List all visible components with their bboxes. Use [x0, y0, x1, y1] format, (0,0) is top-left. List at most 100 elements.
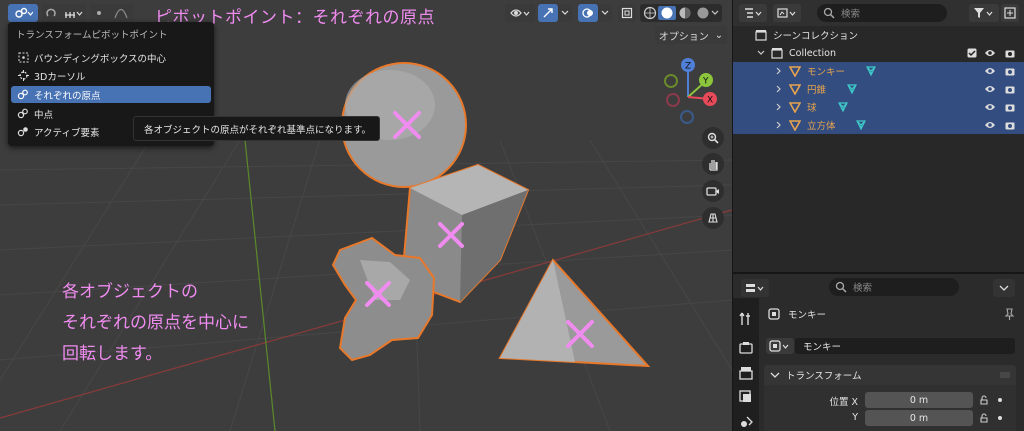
location-y-label: Y [852, 412, 858, 423]
menu-item-individual-origins[interactable]: それぞれの原点 [11, 86, 211, 103]
datablock-name-field[interactable]: モンキー [795, 338, 1015, 354]
options-button[interactable]: オプション ⌄ [655, 26, 727, 44]
chevron-right-icon[interactable] [775, 121, 783, 129]
chevron-right-icon[interactable] [775, 67, 783, 75]
mesh-data-icon [856, 120, 866, 131]
chevron-down-icon [770, 372, 780, 378]
median-point-icon [17, 108, 29, 120]
overlays-chevron-icon[interactable] [598, 4, 612, 22]
snap-icon[interactable] [42, 4, 60, 22]
outliner-row-scene-collection[interactable]: シーンコレクション [733, 26, 1024, 44]
chevron-right-icon[interactable] [775, 103, 783, 111]
navigation-gizmo[interactable]: Z Y X [658, 55, 730, 127]
eye-icon[interactable] [985, 121, 995, 129]
properties-options-button[interactable] [993, 279, 1015, 297]
pivot-menu-title: トランスフォームピボットポイント [16, 30, 168, 41]
keyframe-dot-icon[interactable] [998, 398, 1002, 402]
transform-section-header[interactable]: トランスフォーム [764, 365, 1016, 385]
lock-icon[interactable] [979, 395, 989, 405]
shading-icons [643, 6, 719, 20]
drag-handle-icon[interactable] [1000, 372, 1010, 378]
pin-icon[interactable] [1003, 308, 1015, 320]
outliner-row-cube[interactable]: 立方体 [733, 116, 1024, 134]
menu-item-3d-cursor[interactable]: 3Dカーソル [11, 67, 211, 84]
chevron-right-icon[interactable] [775, 85, 783, 93]
render-icon[interactable] [739, 341, 753, 355]
options-label: オプション [658, 31, 709, 43]
chevron-down-icon [999, 285, 1009, 291]
display-mode-icon[interactable] [739, 4, 767, 22]
collection-icon [771, 48, 783, 59]
proportional-edit-icon[interactable] [90, 4, 108, 22]
object-icon [768, 308, 780, 320]
camera-render-icon[interactable] [1005, 103, 1015, 112]
3d-viewport[interactable]: ピボットポイント：それぞれの原点 オプション ⌄ Z Y X 各オブジェクトの … [0, 0, 732, 431]
object-visibility-icon[interactable] [505, 4, 535, 22]
camera-render-icon[interactable] [1005, 121, 1015, 130]
gizmo-toggle-icon[interactable] [538, 4, 558, 22]
eye-icon[interactable] [985, 103, 995, 111]
mesh-object-icon [789, 66, 801, 77]
datablock-browse-button[interactable] [766, 338, 794, 354]
eye-icon[interactable] [985, 67, 995, 75]
search-icon [835, 281, 847, 293]
outliner-row-sphere[interactable]: 球 [733, 98, 1024, 116]
caption-line-3: 回転します。 [62, 344, 163, 364]
mesh-data-icon [838, 102, 848, 113]
scene-collection-icon [755, 30, 767, 41]
active-element-icon [17, 126, 29, 138]
camera-render-icon[interactable] [1005, 85, 1015, 94]
properties-search-input[interactable]: 検索 [829, 278, 959, 296]
tool-settings-icon[interactable] [739, 312, 753, 326]
svg-text:Y: Y [702, 77, 709, 87]
scene-icon[interactable] [739, 415, 753, 429]
menu-item-bounding-box-center[interactable]: バウンディングボックスの中心 [11, 49, 211, 66]
svg-text:X: X [707, 96, 713, 106]
camera-view-icon[interactable] [702, 180, 724, 202]
exclude-checkbox-icon[interactable] [967, 48, 977, 58]
snap-increment-icon[interactable] [60, 4, 86, 22]
cursor-3d-icon [17, 70, 29, 82]
output-icon[interactable] [739, 366, 753, 380]
location-x-field[interactable]: 0 m [865, 392, 973, 408]
overlays-toggle-icon[interactable] [578, 4, 598, 22]
falloff-icon[interactable] [108, 4, 134, 22]
view-filter-icon[interactable] [773, 4, 801, 22]
eye-icon[interactable] [985, 49, 995, 57]
location-x-label: 位置 X [829, 397, 858, 408]
xray-toggle-icon[interactable] [618, 4, 636, 22]
outliner-row-cone[interactable]: 円錐 [733, 80, 1024, 98]
caption-line-1: 各オブジェクトの [62, 282, 198, 302]
new-collection-icon[interactable] [1001, 4, 1019, 22]
keyframe-dot-icon[interactable] [998, 416, 1002, 420]
outliner-row-collection[interactable]: Collection [733, 44, 1024, 62]
chevron-down-icon[interactable] [757, 49, 765, 57]
properties-tab-bar [733, 298, 759, 431]
pivot-point-icon [15, 7, 33, 18]
lock-icon[interactable] [979, 413, 989, 423]
camera-render-icon[interactable] [1005, 67, 1015, 76]
mesh-data-icon [866, 66, 876, 77]
eye-icon[interactable] [985, 85, 995, 93]
outliner-header: 検索 [733, 0, 1024, 26]
bounding-box-center-icon [17, 52, 29, 64]
outliner-search-input[interactable]: 検索 [817, 4, 947, 22]
filter-icon[interactable] [969, 4, 999, 22]
view-layer-icon[interactable] [739, 390, 753, 404]
camera-render-icon[interactable] [1005, 49, 1015, 58]
gizmo-chevron-icon[interactable] [558, 4, 572, 22]
mesh-object-icon [789, 102, 801, 113]
zoom-icon[interactable] [702, 127, 724, 149]
caption-line-2: それぞれの原点を中心に [62, 313, 249, 333]
location-y-field[interactable]: 0 m [865, 410, 973, 426]
editor-type-icon[interactable] [741, 279, 769, 297]
transform-section-title: トランスフォーム [786, 371, 862, 382]
pan-hand-icon[interactable] [702, 153, 724, 175]
outliner-row-monkey[interactable]: モンキー [733, 62, 1024, 80]
object-datablock-icon [769, 340, 789, 352]
chevron-down-icon: ⌄ [714, 29, 724, 41]
perspective-grid-icon[interactable] [702, 207, 724, 229]
individual-origins-icon [17, 89, 29, 101]
outliner-search-placeholder: 検索 [841, 9, 861, 20]
pivot-point-dropdown[interactable] [8, 4, 38, 22]
